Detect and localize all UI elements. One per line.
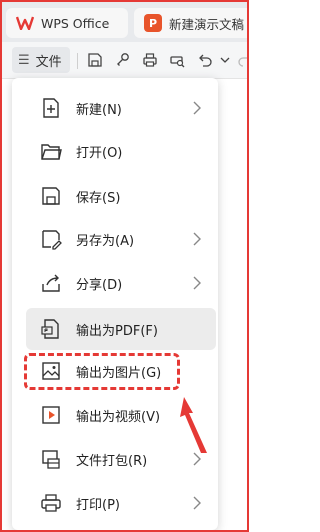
menu-item-print[interactable]: 打印(P) bbox=[26, 482, 216, 524]
redo-icon[interactable] bbox=[236, 51, 247, 69]
highlight-box bbox=[24, 353, 180, 390]
save-icon bbox=[40, 185, 62, 207]
file-menu-label: 文件 bbox=[35, 54, 62, 70]
menu-item-label: 文件打包(R) bbox=[76, 453, 148, 469]
tab-presentation[interactable]: P 新建演示文稿 bbox=[134, 8, 247, 38]
menu-item-label: 保存(S) bbox=[76, 190, 121, 206]
app-window: WPS Office P 新建演示文稿 ☰ 文件 新建(N) 打开(O) 保存(… bbox=[2, 2, 247, 530]
chevron-right-icon bbox=[192, 100, 202, 116]
quick-toolbar: ☰ 文件 bbox=[2, 42, 247, 79]
presentation-icon: P bbox=[144, 14, 162, 32]
share-icon bbox=[40, 272, 62, 294]
export-video-icon bbox=[40, 404, 62, 426]
menu-item-save-as[interactable]: 另存为(A) bbox=[26, 218, 216, 260]
menu-item-label: 另存为(A) bbox=[76, 233, 135, 249]
menu-item-label: 分享(D) bbox=[76, 277, 123, 293]
menu-item-share[interactable]: 分享(D) bbox=[26, 262, 216, 304]
print-icon[interactable] bbox=[141, 51, 159, 69]
tab-bar: WPS Office P 新建演示文稿 bbox=[2, 2, 247, 42]
menu-item-label: 输出为PDF(F) bbox=[76, 323, 158, 339]
annotation-arrow-icon bbox=[180, 397, 207, 453]
menu-item-label: 打开(O) bbox=[76, 145, 123, 161]
chevron-right-icon bbox=[192, 231, 202, 247]
package-icon bbox=[40, 448, 62, 470]
hamburger-icon: ☰ bbox=[18, 52, 30, 68]
menu-item-label: 打印(P) bbox=[76, 497, 120, 513]
save-as-icon bbox=[40, 228, 62, 250]
menu-item-label: 输出为视频(V) bbox=[76, 409, 161, 425]
export-pdf-icon bbox=[40, 318, 62, 340]
tab-wps-office[interactable]: WPS Office bbox=[6, 8, 128, 38]
file-menu-button[interactable]: ☰ 文件 bbox=[12, 47, 70, 73]
new-file-icon bbox=[40, 97, 62, 119]
tab-label: WPS Office bbox=[41, 15, 110, 31]
menu-item-export-pdf[interactable]: 输出为PDF(F) bbox=[26, 308, 216, 350]
menu-item-label: 新建(N) bbox=[76, 102, 122, 118]
menu-item-open[interactable]: 打开(O) bbox=[26, 130, 216, 172]
share-icon[interactable] bbox=[114, 51, 132, 69]
chevron-right-icon bbox=[192, 275, 202, 291]
wps-logo-icon bbox=[16, 15, 34, 31]
toolbar-divider bbox=[77, 53, 78, 69]
tab-label: 新建演示文稿 bbox=[169, 16, 245, 32]
menu-item-save[interactable]: 保存(S) bbox=[26, 175, 216, 217]
dropdown-icon[interactable] bbox=[216, 51, 234, 69]
save-icon[interactable] bbox=[86, 51, 104, 69]
undo-icon[interactable] bbox=[196, 51, 214, 69]
file-dropdown-menu: 新建(N) 打开(O) 保存(S) 另存为(A) 分享(D) 输出为PDF(F)… bbox=[12, 78, 218, 530]
menu-item-new[interactable]: 新建(N) bbox=[26, 87, 216, 129]
print-icon bbox=[40, 492, 62, 514]
folder-open-icon bbox=[40, 140, 62, 162]
print-preview-icon[interactable] bbox=[168, 51, 186, 69]
chevron-right-icon bbox=[192, 495, 202, 511]
